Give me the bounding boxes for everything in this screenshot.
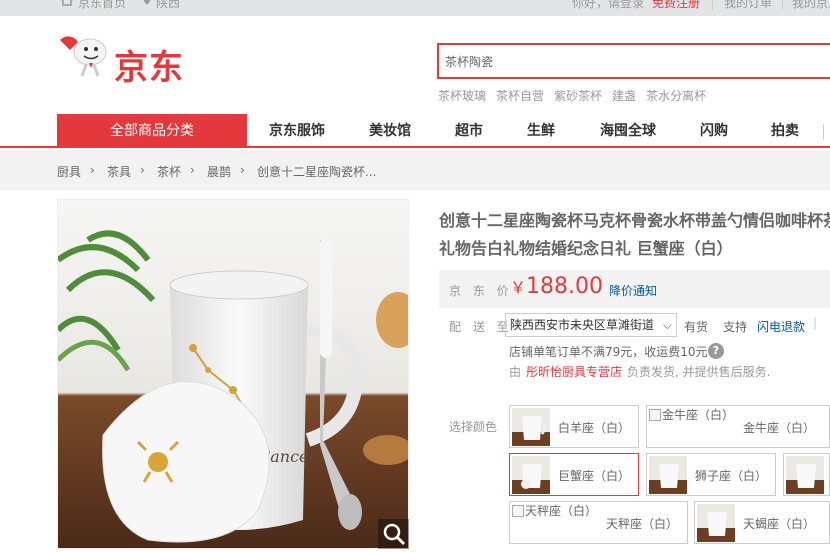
seller-link[interactable]: 彤昕怡厨具专营店 [526, 363, 622, 380]
chevron-right-icon: › [90, 163, 95, 177]
chevron-down-icon: ⌵ [662, 318, 672, 332]
color-thumbnail [697, 504, 735, 542]
main-nav: 全部商品分类 京东服饰 美妆馆 超市 生鲜 海囤全球 闪购 拍卖 [0, 114, 830, 148]
hot-keyword[interactable]: 茶杯自营 [496, 89, 544, 103]
support-label: 支持 [723, 320, 748, 334]
home-link[interactable]: 京东首页 [78, 0, 126, 11]
breadcrumb-item[interactable]: 厨具 [57, 163, 81, 180]
breadcrumb-current: 创意十二星座陶瓷杯... [257, 165, 377, 179]
top-bar: 京东首页 陕西 你好，请登录 免费注册 我的订单 我的京东 [0, 0, 830, 16]
my-orders-link[interactable]: 我的订单 [724, 0, 772, 11]
nav-divider [823, 124, 824, 140]
product-title-line: 礼物告白礼物结婚纪念日礼 巨蟹座（白） [439, 239, 733, 258]
color-option[interactable]: 金牛座（白） 金牛座（白） [646, 405, 830, 448]
nav-item[interactable]: 拍卖 [771, 114, 799, 148]
color-option-label: 狮子座（白） [695, 469, 768, 483]
search-input[interactable] [439, 45, 830, 77]
address-select[interactable]: 陕西西安市未央区草滩街道 ⌵ [505, 313, 677, 337]
color-option[interactable]: 天秤座（白） 天秤座（白） [509, 501, 688, 544]
thumbnail-alt-text: 金牛座（白） [662, 408, 735, 422]
jd-logo-text[interactable]: 京东 [114, 40, 184, 89]
breadcrumb-item[interactable]: 晨鹊 [207, 163, 231, 180]
nav-item[interactable]: 闪购 [700, 114, 728, 148]
color-option-label: 天秤座（白） [606, 517, 679, 531]
login-link[interactable]: 你好，请登录 [572, 0, 644, 11]
price-notice-link[interactable]: 降价通知 [609, 282, 657, 299]
chevron-right-icon: › [240, 163, 245, 177]
color-option-selected[interactable]: 巨蟹座（白） [509, 453, 639, 496]
topbar-divider [712, 0, 713, 10]
color-option[interactable] [783, 453, 830, 496]
seller-note: 负责发货, 并提供售后服务. [627, 365, 771, 379]
hot-keyword[interactable]: 茶水分离杯 [646, 89, 706, 103]
thumbnail-alt-text: 天秤座（白） [525, 504, 598, 518]
delivery-divider: | [813, 316, 818, 330]
breadcrumb-item[interactable]: 茶杯 [157, 163, 181, 180]
color-option-label: 天蝎座（白） [743, 517, 816, 531]
color-option-label: 白羊座（白） [558, 421, 631, 435]
breadcrumb-item[interactable]: 茶具 [107, 163, 131, 180]
color-thumbnail [512, 408, 550, 446]
zoom-button[interactable] [378, 519, 409, 549]
delivery-label: 配 送 至 [449, 320, 513, 334]
chevron-right-icon: › [140, 163, 145, 177]
my-jd-link[interactable]: 我的京东 [792, 0, 830, 11]
address-value: 陕西西安市未央区草滩街道 [510, 318, 655, 332]
color-option-label: 金牛座（白） [743, 421, 816, 435]
help-icon[interactable]: ? [708, 343, 724, 359]
color-option[interactable]: 天蝎座（白） [694, 501, 830, 544]
hot-keyword[interactable]: 建盏 [612, 89, 636, 103]
location-label[interactable]: 陕西 [156, 0, 180, 11]
location-icon[interactable] [142, 0, 152, 8]
nav-item[interactable]: 美妆馆 [369, 114, 411, 148]
nav-item[interactable]: 生鲜 [527, 114, 555, 148]
nav-item[interactable]: 海囤全球 [600, 114, 656, 148]
hot-keywords: 茶杯玻璃 茶杯自营 紫砂茶杯 建盏 茶水分离杯 [438, 87, 716, 104]
price-value: ￥188.00 [510, 274, 603, 299]
home-icon[interactable] [60, 0, 74, 8]
broken-image-icon: 天秤座（白） [512, 504, 597, 518]
magnifier-icon [383, 523, 406, 546]
stock-status: 有货 [684, 320, 709, 334]
color-option[interactable]: 狮子座（白） [646, 453, 776, 496]
nav-item[interactable]: 超市 [455, 114, 483, 148]
product-image[interactable]: Cancer [57, 199, 409, 549]
color-thumbnail [512, 456, 550, 494]
breadcrumb: 厨具 › 茶具 › 茶杯 › 晨鹊 › 创意十二星座陶瓷杯... [0, 150, 830, 190]
hot-keyword[interactable]: 紫砂茶杯 [554, 89, 602, 103]
register-link[interactable]: 免费注册 [652, 0, 700, 11]
lightning-refund-link[interactable]: 闪电退款 [757, 318, 805, 335]
color-thumbnail [649, 456, 687, 494]
currency-symbol: ￥ [510, 278, 527, 297]
broken-image-icon: 金牛座（白） [649, 408, 734, 422]
price-amount: 188.00 [526, 274, 603, 299]
shipping-note: 店铺单笔订单不满79元，收运费10元 [509, 345, 708, 359]
product-title: 创意十二星座陶瓷杯马克杯骨瓷水杯带盖勺情侣咖啡杯茶 礼物告白礼物结婚纪念日礼 巨… [439, 207, 830, 263]
color-thumbnail [786, 456, 824, 494]
from-label: 由 [509, 365, 522, 379]
price-label: 京 东 价 [449, 284, 513, 298]
hot-keyword[interactable]: 茶杯玻璃 [438, 89, 486, 103]
color-label: 选择颜色 [449, 420, 498, 434]
color-option-label: 巨蟹座（白） [558, 469, 631, 483]
all-categories-button[interactable]: 全部商品分类 [57, 114, 247, 148]
search-box [437, 43, 830, 79]
product-title-line: 创意十二星座陶瓷杯马克杯骨瓷水杯带盖勺情侣咖啡杯茶 [439, 211, 830, 230]
color-option[interactable]: 白羊座（白） [509, 405, 639, 448]
chevron-right-icon: › [190, 163, 195, 177]
topbar-divider [782, 0, 783, 10]
nav-item[interactable]: 京东服饰 [269, 114, 325, 148]
price-box: 京 东 价 ￥188.00 降价通知 [439, 270, 830, 308]
